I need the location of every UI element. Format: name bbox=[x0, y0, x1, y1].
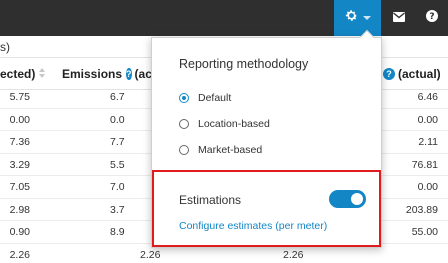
table-cell: 203.89 bbox=[405, 203, 438, 216]
settings-popover: Reporting methodology Default Location-b… bbox=[151, 29, 382, 248]
popover-title: Reporting methodology bbox=[179, 57, 309, 71]
table-cell: 0.0 bbox=[110, 113, 125, 126]
table-cell: 0.90 bbox=[9, 226, 30, 238]
settings-button[interactable] bbox=[334, 0, 381, 36]
radio-button[interactable] bbox=[179, 119, 189, 129]
table-cell: 5.75 bbox=[9, 91, 30, 103]
column-header-label: (actual) bbox=[398, 66, 441, 81]
question-icon[interactable]: ? bbox=[383, 67, 395, 80]
mail-icon bbox=[393, 9, 405, 27]
gear-icon bbox=[345, 9, 358, 27]
table-cell: 7.7 bbox=[110, 136, 125, 148]
table-cell: 76.81 bbox=[411, 158, 438, 171]
radio-button[interactable] bbox=[179, 93, 189, 103]
table-cell: 55.00 bbox=[411, 226, 438, 238]
table-cell: 7.05 bbox=[9, 181, 30, 193]
table-cell: 7.0 bbox=[110, 181, 125, 193]
table-cell: 7.36 bbox=[9, 136, 30, 148]
configure-estimates-link[interactable]: Configure estimates (per meter) bbox=[179, 220, 327, 232]
table-cell: 2.11 bbox=[418, 136, 438, 148]
radio-label: Location-based bbox=[198, 118, 270, 130]
column-header-label: ected) bbox=[0, 66, 36, 81]
estimations-section: Estimations Configure estimates (per met… bbox=[152, 170, 381, 247]
filter-row-text: s) bbox=[0, 40, 10, 54]
table-cell: 3.7 bbox=[110, 203, 125, 216]
svg-text:?: ? bbox=[429, 12, 434, 22]
estimations-toggle[interactable] bbox=[329, 190, 366, 208]
table-cell: 2.98 bbox=[9, 203, 30, 216]
chevron-down-icon bbox=[362, 16, 371, 20]
radio-option-default[interactable]: Default bbox=[179, 92, 231, 104]
question-icon[interactable]: ? bbox=[126, 67, 132, 80]
table-cell: 2.26 bbox=[9, 248, 30, 261]
estimations-label: Estimations bbox=[179, 193, 242, 207]
toggle-knob bbox=[351, 193, 363, 205]
messages-button[interactable] bbox=[382, 0, 416, 36]
help-button[interactable]: ? bbox=[416, 0, 448, 36]
radio-label: Market-based bbox=[198, 144, 263, 156]
radio-button[interactable] bbox=[179, 145, 189, 155]
column-header-label: Emissions bbox=[62, 66, 123, 81]
table-cell: 3.29 bbox=[9, 158, 30, 171]
table-cell: 6.46 bbox=[417, 91, 438, 103]
table-cell: 0.00 bbox=[417, 181, 438, 193]
table-cell: 6.7 bbox=[110, 91, 125, 103]
table-cell: 0.00 bbox=[417, 113, 438, 126]
table-cell: 5.5 bbox=[110, 158, 125, 171]
table-cell: 8.9 bbox=[110, 226, 125, 238]
radio-option-location-based[interactable]: Location-based bbox=[179, 118, 270, 130]
radio-label: Default bbox=[198, 92, 232, 104]
top-bar: ? bbox=[0, 0, 448, 36]
help-icon: ? bbox=[426, 9, 438, 27]
table-cell: 0.00 bbox=[9, 113, 30, 126]
radio-option-market-based[interactable]: Market-based bbox=[179, 144, 262, 156]
